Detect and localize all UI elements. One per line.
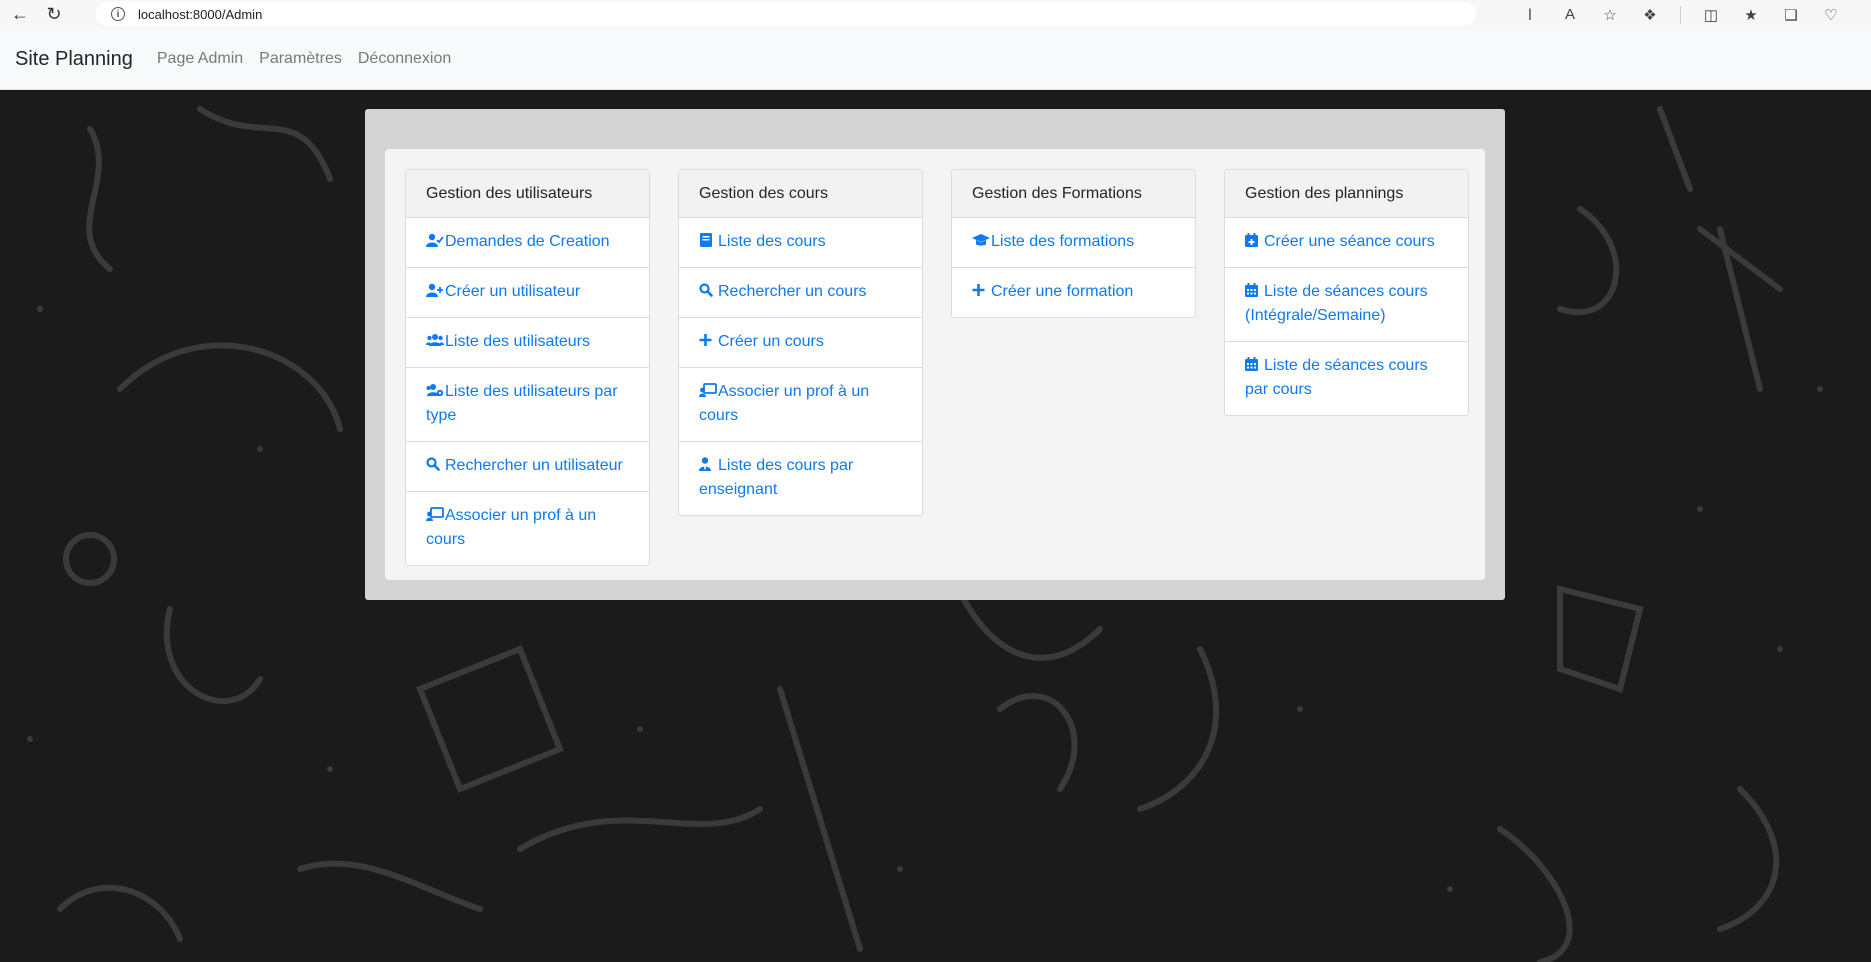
link-rechercher-utilisateur[interactable]: Rechercher un utilisateur <box>406 442 649 492</box>
reload-icon[interactable]: ↻ <box>40 1 68 29</box>
item-label: Liste des cours par enseignant <box>699 457 854 498</box>
toolbar-divider <box>1680 5 1681 24</box>
chalkboard-teacher-icon <box>426 507 444 521</box>
link-creer-utilisateur[interactable]: Créer un utilisateur <box>406 268 649 318</box>
card-header: Gestion des utilisateurs <box>406 170 649 218</box>
browser-tools: ا A ☆ ❖ ◫ ★ ❏ ♡ <box>1520 0 1841 29</box>
extensions-icon[interactable]: ❖ <box>1640 5 1660 25</box>
item-label: Liste des formations <box>991 233 1135 250</box>
item-label: Liste de séances cours par cours <box>1245 357 1428 398</box>
users-icon <box>426 333 444 347</box>
users-cog-icon <box>426 383 444 397</box>
item-label: Rechercher un utilisateur <box>445 457 623 474</box>
back-arrow-icon[interactable]: ← <box>6 1 34 29</box>
calendar-plus-icon <box>1245 233 1263 247</box>
info-icon[interactable]: i <box>111 7 125 21</box>
admin-panel-inner: Gestion des utilisateurs Demandes de Cre… <box>385 149 1485 580</box>
link-liste-utilisateurs[interactable]: Liste des utilisateurs <box>406 318 649 368</box>
book-icon <box>699 233 717 247</box>
favorites-icon[interactable]: ★ <box>1741 5 1761 25</box>
plus-icon <box>699 333 717 347</box>
address-bar[interactable]: i localhost:8000/Admin <box>96 2 1476 26</box>
card-header: Gestion des Formations <box>952 170 1195 218</box>
nav-link-deconnexion[interactable]: Déconnexion <box>358 50 451 68</box>
link-creer-formation[interactable]: Créer une formation <box>952 268 1195 317</box>
split-screen-icon[interactable]: ◫ <box>1701 5 1721 25</box>
item-label: Liste des cours <box>718 233 826 250</box>
link-liste-seances-integrale-semaine[interactable]: Liste de séances cours (Intégrale/Semain… <box>1225 268 1468 342</box>
plus-icon <box>972 283 990 297</box>
user-tie-icon <box>699 457 717 471</box>
link-rechercher-cours[interactable]: Rechercher un cours <box>679 268 922 318</box>
card-gestion-formations: Gestion des Formations Liste des formati… <box>951 169 1196 318</box>
card-gestion-cours: Gestion des cours Liste des cours Recher… <box>678 169 923 516</box>
item-label: Créer une séance cours <box>1264 233 1435 250</box>
nav-link-page-admin[interactable]: Page Admin <box>157 50 243 68</box>
read-aloud-icon[interactable]: A <box>1560 5 1580 25</box>
calendar-icon <box>1245 357 1263 371</box>
link-liste-seances-par-cours[interactable]: Liste de séances cours par cours <box>1225 342 1468 415</box>
item-label: Créer un utilisateur <box>445 283 581 300</box>
nav-link-parametres[interactable]: Paramètres <box>259 50 342 68</box>
card-gestion-utilisateurs: Gestion des utilisateurs Demandes de Cre… <box>405 169 650 566</box>
item-label: Créer une formation <box>991 283 1134 300</box>
item-label: Liste des utilisateurs <box>445 333 590 350</box>
card-header: Gestion des plannings <box>1225 170 1468 218</box>
link-creer-cours[interactable]: Créer un cours <box>679 318 922 368</box>
item-label: Rechercher un cours <box>718 283 867 300</box>
item-label: Associer un prof à un cours <box>426 507 597 548</box>
brand-link[interactable]: Site Planning <box>15 48 133 71</box>
search-icon <box>699 283 717 297</box>
item-label: Demandes de Creation <box>445 233 610 250</box>
item-label: Associer un prof à un cours <box>699 383 870 424</box>
browser-toolbar: ← ↻ i localhost:8000/Admin ا A ☆ ❖ ◫ ★ ❏… <box>0 0 1871 29</box>
chalkboard-teacher-icon <box>699 383 717 397</box>
link-liste-utilisateurs-par-type[interactable]: Liste des utilisateurs par type <box>406 368 649 442</box>
card-gestion-plannings: Gestion des plannings Créer une séance c… <box>1224 169 1469 416</box>
item-label: Liste des utilisateurs par type <box>426 383 618 424</box>
card-header: Gestion des cours <box>679 170 922 218</box>
link-demandes-creation[interactable]: Demandes de Creation <box>406 218 649 268</box>
navbar: Site Planning Page Admin Paramètres Déco… <box>0 29 1871 90</box>
url-text: localhost:8000/Admin <box>138 6 263 22</box>
link-associer-prof-cours[interactable]: Associer un prof à un cours <box>679 368 922 442</box>
link-associer-prof-cours[interactable]: Associer un prof à un cours <box>406 492 649 565</box>
item-label: Créer un cours <box>718 333 824 350</box>
collections-icon[interactable]: ❏ <box>1781 5 1801 25</box>
favorite-star-icon[interactable]: ☆ <box>1600 5 1620 25</box>
graduation-cap-icon <box>972 233 990 247</box>
link-liste-cours-par-enseignant[interactable]: Liste des cours par enseignant <box>679 442 922 515</box>
user-plus-icon <box>426 283 444 297</box>
calendar-icon <box>1245 283 1263 297</box>
admin-panel: Gestion des utilisateurs Demandes de Cre… <box>365 109 1505 600</box>
translate-icon[interactable]: ا <box>1520 5 1540 25</box>
item-label: Liste de séances cours (Intégrale/Semain… <box>1245 283 1428 324</box>
browser-essentials-icon[interactable]: ♡ <box>1821 5 1841 25</box>
link-liste-cours[interactable]: Liste des cours <box>679 218 922 268</box>
search-icon <box>426 457 444 471</box>
link-liste-formations[interactable]: Liste des formations <box>952 218 1195 268</box>
link-creer-seance-cours[interactable]: Créer une séance cours <box>1225 218 1468 268</box>
user-check-icon <box>426 233 444 247</box>
